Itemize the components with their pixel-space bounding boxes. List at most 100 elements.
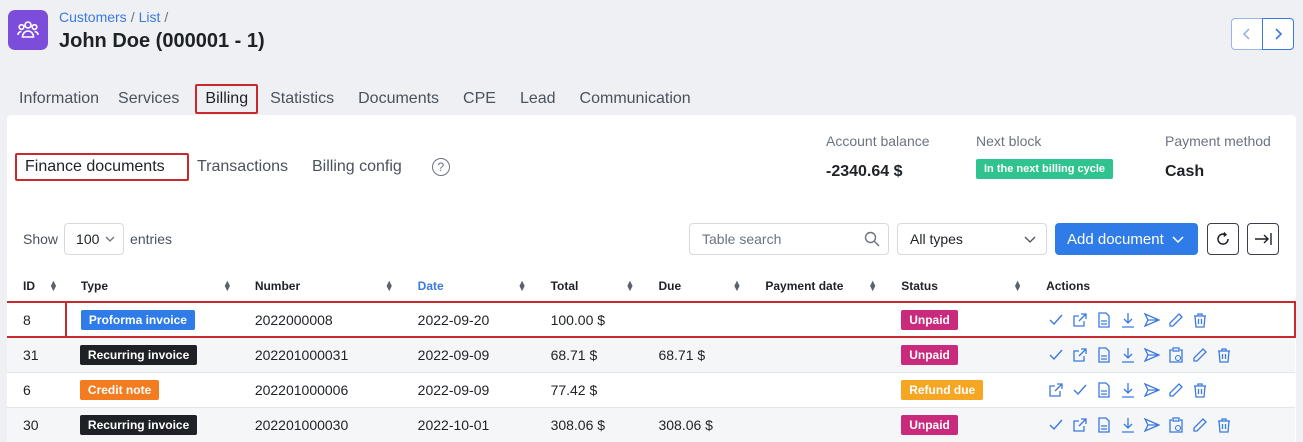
tab-statistics[interactable]: Statistics (270, 84, 334, 114)
add-document-button[interactable]: Add document (1055, 223, 1198, 255)
cell-date: 2022-09-20 (401, 301, 535, 338)
download-icon[interactable] (1118, 380, 1137, 399)
trash-icon[interactable] (1190, 310, 1209, 329)
chevron-right-icon (1275, 28, 1283, 40)
external-link-icon[interactable] (1070, 310, 1089, 329)
next-record-button[interactable] (1262, 18, 1294, 50)
column-header-total[interactable]: Total ▲ ▼ (534, 270, 643, 303)
type-filter-value: All types (910, 231, 963, 247)
send-icon[interactable] (1142, 415, 1161, 434)
edit-icon[interactable] (1166, 380, 1185, 399)
tab-documents[interactable]: Documents (358, 84, 439, 114)
show-label: Show (23, 231, 59, 247)
chevron-down-icon (1024, 236, 1036, 243)
help-icon[interactable]: ? (431, 158, 450, 176)
account-balance-block: Account balance -2340.64 $ (826, 133, 930, 181)
check-icon[interactable] (1070, 380, 1089, 399)
download-icon[interactable] (1118, 415, 1137, 434)
cell-status: Unpaid (885, 301, 1031, 338)
type-badge: Recurring invoice (79, 414, 198, 435)
column-header-type[interactable]: Type ▲ ▼ (65, 270, 240, 303)
entries-value: 100 (76, 231, 100, 247)
row-actions (1046, 310, 1294, 329)
trash-icon[interactable] (1214, 345, 1233, 364)
cell-actions (1030, 301, 1296, 338)
column-header-number[interactable]: Number ▲ ▼ (239, 270, 402, 303)
entries-select[interactable]: 100 (64, 223, 125, 255)
subtab-transactions[interactable]: Transactions (197, 158, 288, 176)
cell-total: 308.06 $ (534, 407, 643, 442)
cell-number: 202201000031 (239, 337, 402, 373)
cell-type: Recurring invoice (65, 337, 240, 373)
breadcrumb-customers[interactable]: Customers (59, 9, 127, 25)
check-icon[interactable] (1046, 415, 1065, 434)
external-link-icon[interactable] (1070, 415, 1089, 434)
edit-icon[interactable] (1190, 415, 1209, 434)
tab-billing[interactable]: Billing (195, 84, 259, 114)
trash-icon[interactable] (1214, 415, 1233, 434)
cell-payment-date (749, 337, 886, 373)
cell-payment-date (749, 372, 886, 408)
billing-card: Finance documents Transactions Billing c… (7, 115, 1296, 442)
row-actions (1046, 345, 1295, 364)
subtab-billing-config[interactable]: Billing config (312, 158, 402, 176)
cell-type: Proforma invoice (64, 301, 240, 338)
breadcrumb: Customers / List / (59, 9, 169, 25)
pdf-document-icon[interactable] (1094, 310, 1113, 329)
cell-actions (1030, 372, 1295, 408)
column-header-payment-date[interactable]: Payment date ▲ ▼ (749, 270, 886, 303)
check-icon[interactable] (1046, 345, 1065, 364)
cell-due (642, 372, 750, 408)
breadcrumb-list[interactable]: List (139, 9, 161, 25)
clipboard-payment-icon[interactable] (1166, 345, 1185, 364)
check-icon[interactable] (1046, 310, 1065, 329)
column-header-status[interactable]: Status ▲ ▼ (885, 270, 1031, 303)
refresh-icon (1217, 232, 1229, 245)
trash-icon[interactable] (1190, 380, 1209, 399)
cell-number: 2022000008 (239, 301, 402, 338)
download-icon[interactable] (1118, 310, 1137, 329)
table-search-input[interactable]: Table search (689, 223, 889, 255)
cell-number: 202201000030 (239, 407, 402, 442)
send-icon[interactable] (1142, 310, 1161, 329)
edit-icon[interactable] (1166, 310, 1185, 329)
export-button[interactable] (1247, 223, 1279, 255)
send-icon[interactable] (1142, 380, 1161, 399)
pdf-document-icon[interactable] (1094, 380, 1113, 399)
previous-record-button[interactable] (1231, 18, 1263, 50)
tab-lead[interactable]: Lead (520, 84, 556, 114)
cell-actions (1030, 337, 1295, 373)
external-link-icon[interactable] (1046, 380, 1065, 399)
search-placeholder: Table search (702, 231, 782, 247)
payment-method-label: Payment method (1165, 133, 1271, 149)
status-badge: Unpaid (901, 344, 958, 365)
column-header-id[interactable]: ID ▲ ▼ (7, 270, 66, 303)
send-icon[interactable] (1142, 345, 1161, 364)
page-title: John Doe (000001 - 1) (59, 30, 265, 52)
type-badge: Proforma invoice (80, 309, 195, 330)
table-row[interactable]: 8 Proforma invoice 2022000008 2022-09-20… (7, 301, 1296, 338)
table-row[interactable]: 31 Recurring invoice 202201000031 2022-0… (7, 337, 1295, 373)
subtab-finance-documents[interactable]: Finance documents (15, 153, 189, 181)
column-header-date[interactable]: Date ▲ ▼ (401, 270, 535, 303)
clipboard-payment-icon[interactable] (1166, 415, 1185, 434)
edit-icon[interactable] (1190, 345, 1209, 364)
cell-date: 2022-10-01 (401, 407, 535, 442)
download-icon[interactable] (1118, 345, 1137, 364)
column-header-due[interactable]: Due ▲ ▼ (642, 270, 750, 303)
table-row[interactable]: 30 Recurring invoice 202201000030 2022-1… (7, 407, 1295, 442)
pdf-document-icon[interactable] (1094, 345, 1113, 364)
chevron-down-icon (105, 236, 115, 242)
refresh-button[interactable] (1207, 223, 1239, 255)
type-filter-select[interactable]: All types (897, 223, 1047, 255)
tab-services[interactable]: Services (118, 84, 179, 114)
cell-status: Unpaid (885, 337, 1031, 373)
table-header-row: ID ▲ ▼ Type ▲ ▼ Number ▲ ▼ Date ▲ ▼ Total ▲ ▼ Due ▲… (7, 270, 1295, 303)
pdf-document-icon[interactable] (1094, 415, 1113, 434)
tab-cpe[interactable]: CPE (463, 84, 496, 114)
cell-status: Unpaid (885, 407, 1031, 442)
external-link-icon[interactable] (1070, 345, 1089, 364)
table-row[interactable]: 6 Credit note 202201000006 2022-09-09 77… (7, 372, 1295, 408)
tab-communication[interactable]: Communication (580, 84, 691, 114)
tab-information[interactable]: Information (19, 84, 99, 114)
